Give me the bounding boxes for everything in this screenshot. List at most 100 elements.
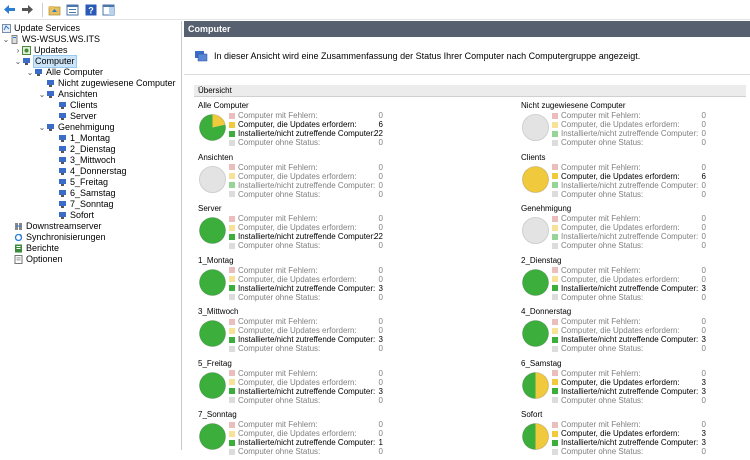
status-count[interactable]: 0 xyxy=(702,420,706,429)
group-name[interactable]: 6_Samstag xyxy=(521,359,561,368)
status-count[interactable]: 6 xyxy=(379,120,383,129)
status-count[interactable]: 0 xyxy=(702,369,706,378)
status-count[interactable]: 0 xyxy=(379,181,383,190)
status-count[interactable]: 0 xyxy=(702,129,706,138)
status-count[interactable]: 0 xyxy=(379,344,383,353)
status-count[interactable]: 0 xyxy=(702,214,706,223)
tree-item-reports[interactable]: Berichte xyxy=(14,243,59,254)
status-count[interactable]: 6 xyxy=(702,172,706,181)
status-count[interactable]: 0 xyxy=(702,181,706,190)
group-name[interactable]: Alle Computer xyxy=(198,101,249,110)
status-count[interactable]: 3 xyxy=(702,438,706,447)
chevron-down-icon[interactable]: ⌄ xyxy=(26,67,34,78)
status-count[interactable]: 3 xyxy=(702,429,706,438)
tree-item-day[interactable]: 5_Freitag xyxy=(58,177,108,188)
status-count[interactable]: 0 xyxy=(379,214,383,223)
status-count[interactable]: 0 xyxy=(379,429,383,438)
status-count[interactable]: 1 xyxy=(379,438,383,447)
group-name[interactable]: Clients xyxy=(521,153,545,162)
status-count[interactable]: 0 xyxy=(379,111,383,120)
status-count[interactable]: 0 xyxy=(379,326,383,335)
status-count[interactable]: 3 xyxy=(702,378,706,387)
group-name[interactable]: Genehmigung xyxy=(521,204,571,213)
tree-item-options[interactable]: Optionen xyxy=(14,254,63,265)
panel-icon[interactable] xyxy=(101,2,116,17)
chevron-down-icon[interactable]: ⌄ xyxy=(38,89,46,100)
status-count[interactable]: 0 xyxy=(702,138,706,147)
status-count[interactable]: 22 xyxy=(374,129,383,138)
group-name[interactable]: Nicht zugewiesene Computer xyxy=(521,101,626,110)
group-name[interactable]: 3_Mittwoch xyxy=(198,307,238,316)
status-count[interactable]: 0 xyxy=(702,344,706,353)
status-count[interactable]: 0 xyxy=(379,223,383,232)
tree-item-server[interactable]: ⌄ WS-WSUS.WS.ITS xyxy=(2,34,100,45)
status-count[interactable]: 0 xyxy=(379,396,383,405)
status-count[interactable]: 3 xyxy=(379,284,383,293)
status-count[interactable]: 0 xyxy=(702,223,706,232)
tree-item-downstream[interactable]: Downstreamserver xyxy=(14,221,102,232)
tree-item-day[interactable]: 1_Montag xyxy=(58,133,110,144)
status-count[interactable]: 0 xyxy=(702,317,706,326)
status-count[interactable]: 0 xyxy=(702,190,706,199)
group-name[interactable]: 1_Montag xyxy=(198,256,234,265)
status-count[interactable]: 0 xyxy=(379,172,383,181)
tree-item-day[interactable]: 2_Dienstag xyxy=(58,144,116,155)
status-count[interactable]: 0 xyxy=(379,447,383,456)
status-count[interactable]: 0 xyxy=(702,326,706,335)
status-count[interactable]: 0 xyxy=(379,163,383,172)
status-count[interactable]: 0 xyxy=(702,275,706,284)
status-count[interactable]: 0 xyxy=(379,266,383,275)
status-count[interactable]: 3 xyxy=(379,335,383,344)
status-count[interactable]: 22 xyxy=(374,232,383,241)
status-count[interactable]: 0 xyxy=(702,293,706,302)
back-arrow-icon[interactable] xyxy=(2,2,17,17)
status-count[interactable]: 0 xyxy=(379,317,383,326)
chevron-down-icon[interactable]: ⌄ xyxy=(14,56,22,67)
status-count[interactable]: 3 xyxy=(702,387,706,396)
status-count[interactable]: 0 xyxy=(702,232,706,241)
tree-item-server-group[interactable]: Server xyxy=(58,111,97,122)
status-count[interactable]: 0 xyxy=(379,275,383,284)
status-count[interactable]: 0 xyxy=(379,190,383,199)
tree-item-clients[interactable]: Clients xyxy=(58,100,98,111)
forward-arrow-icon[interactable] xyxy=(20,2,35,17)
tree-item-day[interactable]: Sofort xyxy=(58,210,94,221)
group-name[interactable]: Sofort xyxy=(521,410,542,419)
tree-item-ansichten[interactable]: ⌄ Ansichten xyxy=(38,89,98,100)
status-count[interactable]: 0 xyxy=(702,241,706,250)
group-name[interactable]: Server xyxy=(198,204,222,213)
status-count[interactable]: 3 xyxy=(702,335,706,344)
status-count[interactable]: 0 xyxy=(379,420,383,429)
tree-item-day[interactable]: 3_Mittwoch xyxy=(58,155,116,166)
status-count[interactable]: 0 xyxy=(379,138,383,147)
tree-item-updates[interactable]: › Updates xyxy=(14,45,68,56)
status-count[interactable]: 0 xyxy=(379,369,383,378)
group-name[interactable]: 4_Donnerstag xyxy=(521,307,571,316)
tree-item-day[interactable]: 7_Sonntag xyxy=(58,199,114,210)
up-folder-icon[interactable] xyxy=(47,2,62,17)
status-count[interactable]: 0 xyxy=(702,447,706,456)
status-count[interactable]: 3 xyxy=(702,284,706,293)
tree-item-computer[interactable]: ⌄ Computer xyxy=(14,55,77,68)
status-count[interactable]: 0 xyxy=(702,396,706,405)
tree-item-genehmigung[interactable]: ⌄ Genehmigung xyxy=(38,122,115,133)
tree-item-update-services[interactable]: Update Services xyxy=(2,23,80,34)
status-count[interactable]: 3 xyxy=(379,387,383,396)
tree-item-day[interactable]: 4_Donnerstag xyxy=(58,166,127,177)
help-icon[interactable]: ? xyxy=(83,2,98,17)
tree-item-all-computers[interactable]: ⌄ Alle Computer xyxy=(26,67,103,78)
console-tree-icon[interactable] xyxy=(65,2,80,17)
group-name[interactable]: 7_Sonntag xyxy=(198,410,237,419)
group-name[interactable]: 5_Freitag xyxy=(198,359,232,368)
group-name[interactable]: 2_Dienstag xyxy=(521,256,561,265)
chevron-right-icon[interactable]: › xyxy=(14,45,22,56)
tree-item-unassigned[interactable]: Nicht zugewiesene Computer xyxy=(46,78,176,89)
status-count[interactable]: 0 xyxy=(379,241,383,250)
status-count[interactable]: 0 xyxy=(379,378,383,387)
chevron-down-icon[interactable]: ⌄ xyxy=(38,122,46,133)
status-count[interactable]: 0 xyxy=(379,293,383,302)
chevron-down-icon[interactable]: ⌄ xyxy=(2,34,10,45)
group-name[interactable]: Ansichten xyxy=(198,153,233,162)
tree-item-day[interactable]: 6_Samstag xyxy=(58,188,116,199)
status-count[interactable]: 0 xyxy=(702,111,706,120)
